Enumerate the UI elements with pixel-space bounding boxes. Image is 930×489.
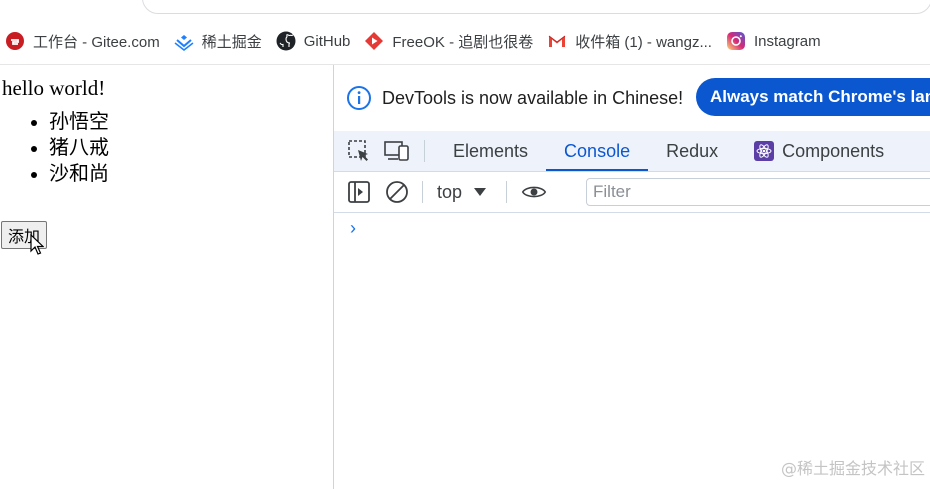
gitee-icon <box>5 31 25 51</box>
bookmark-label: GitHub <box>303 32 351 50</box>
bookmark-gmail[interactable]: 收件箱 (1) - wangz... <box>540 26 719 56</box>
always-match-language-button[interactable]: Always match Chrome's lan <box>696 78 930 116</box>
bookmark-freeok[interactable]: FreeOK - 追剧也很卷 <box>357 26 540 56</box>
tab-components[interactable]: Components <box>736 131 902 171</box>
devtools-infobar: DevTools is now available in Chinese! Al… <box>334 65 930 131</box>
instagram-icon <box>726 31 746 51</box>
name-list: 孙悟空 猪八戒 沙和尚 <box>11 109 109 187</box>
bookmark-github[interactable]: GitHub <box>269 26 358 56</box>
page-heading: hello world! <box>2 76 106 100</box>
bookmark-instagram[interactable]: Instagram <box>719 26 828 56</box>
context-label: top <box>437 181 463 202</box>
sidebar-toggle-icon[interactable] <box>346 179 372 205</box>
address-bar-strip <box>0 0 930 14</box>
info-icon <box>346 85 372 111</box>
tab-label: Redux <box>666 140 719 161</box>
filter-input[interactable] <box>586 178 930 206</box>
devtools-tabbar: Elements Console Redux Components <box>334 131 930 172</box>
tab-label: Components <box>782 140 885 161</box>
react-icon <box>754 141 775 161</box>
clear-console-icon[interactable] <box>384 179 410 205</box>
bookmark-label: 工作台 - Gitee.com <box>33 33 160 51</box>
list-item: 猪八戒 <box>49 135 109 161</box>
console-toolbar: top <box>334 172 930 213</box>
eye-icon[interactable] <box>521 179 547 205</box>
gmail-icon <box>547 31 567 51</box>
address-bar[interactable] <box>142 0 930 14</box>
mouse-cursor-icon <box>30 233 45 261</box>
execution-context-select[interactable]: top <box>437 181 487 203</box>
bookmark-label: 稀土掘金 <box>201 33 262 51</box>
watermark: @稀土掘金技术社区 <box>780 459 925 478</box>
page-viewport: hello world! 孙悟空 猪八戒 沙和尚 添加 <box>0 65 333 489</box>
bookmark-label: Instagram <box>753 32 821 50</box>
list-item: 孙悟空 <box>49 109 109 135</box>
bookmark-label: FreeOK - 追剧也很卷 <box>392 33 534 51</box>
device-toolbar-icon[interactable] <box>384 138 410 164</box>
tab-redux[interactable]: Redux <box>648 131 736 171</box>
chevron-down-icon <box>474 188 487 196</box>
bookmark-label: 收件箱 (1) - wangz... <box>575 33 712 51</box>
github-icon <box>276 31 296 51</box>
list-item: 沙和尚 <box>49 161 109 187</box>
tab-elements[interactable]: Elements <box>435 131 546 171</box>
divider <box>422 181 423 203</box>
tab-label: Elements <box>453 140 529 161</box>
console-prompt[interactable]: › <box>350 218 356 239</box>
freeok-icon <box>364 31 384 51</box>
infobar-message: DevTools is now available in Chinese! <box>382 87 684 108</box>
bookmark-gitee[interactable]: 工作台 - Gitee.com <box>0 26 167 56</box>
devtools-panel: DevTools is now available in Chinese! Al… <box>333 65 930 489</box>
inspect-element-icon[interactable] <box>346 138 372 164</box>
divider <box>506 181 508 203</box>
bookmarks-bar: 工作台 - Gitee.com 稀土掘金 GitHub FreeOK - 追剧也… <box>0 18 930 65</box>
tab-label: Console <box>564 140 631 161</box>
tab-console[interactable]: Console <box>546 131 649 171</box>
divider <box>424 140 425 162</box>
bookmark-juejin[interactable]: 稀土掘金 <box>167 26 269 56</box>
juejin-icon <box>174 31 194 51</box>
